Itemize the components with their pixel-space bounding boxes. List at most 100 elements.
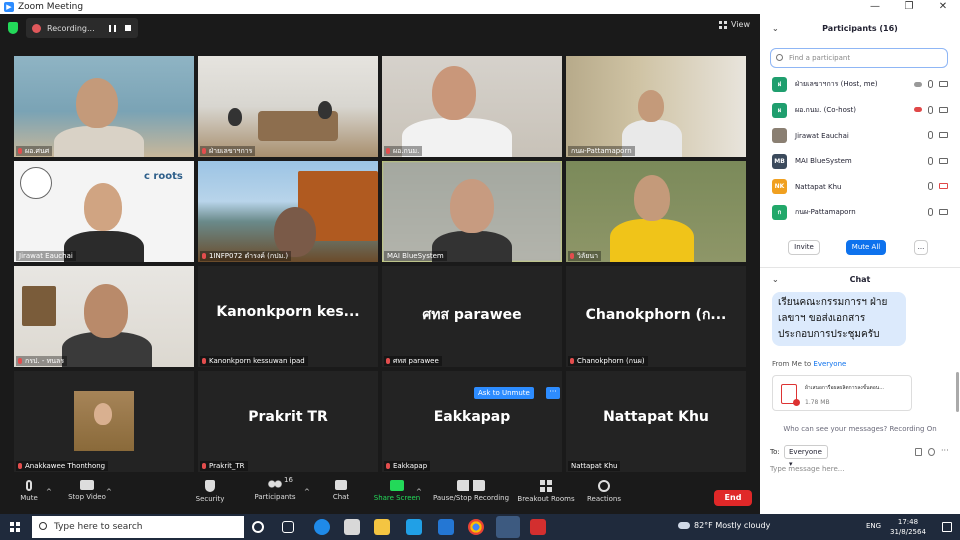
video-camera-icon[interactable] bbox=[939, 132, 948, 138]
security-label: Security bbox=[195, 495, 225, 503]
close-button[interactable]: ✕ bbox=[926, 0, 960, 14]
task-view-icon[interactable] bbox=[282, 521, 294, 533]
participant-row[interactable]: ผ ผอ.กนม. (Co-host) bbox=[760, 98, 960, 124]
chat-label: Chat bbox=[332, 493, 350, 501]
emoji-icon[interactable] bbox=[928, 448, 935, 456]
reactions-button[interactable]: Reactions bbox=[584, 480, 624, 503]
microphone-icon[interactable] bbox=[928, 207, 933, 216]
panel-divider bbox=[760, 267, 960, 268]
video-tile[interactable]: ฝ่ายเลขาฯการ bbox=[198, 56, 378, 157]
video-camera-icon[interactable] bbox=[939, 81, 948, 87]
video-tile[interactable]: ผอ.ศนศ bbox=[14, 56, 194, 157]
pause-stop-recording-button[interactable]: Pause/Stop Recording bbox=[432, 480, 510, 502]
video-options-caret[interactable]: ^ bbox=[106, 488, 112, 496]
avatar: ผ bbox=[772, 102, 787, 118]
language-indicator[interactable]: ENG bbox=[866, 522, 881, 530]
end-meeting-button[interactable]: End bbox=[714, 490, 752, 506]
video-tile[interactable]: ผอ.กนม. bbox=[382, 56, 562, 157]
notification-center-icon[interactable] bbox=[942, 522, 952, 532]
windows-start-icon[interactable] bbox=[10, 522, 20, 532]
file-size: 1.78 MB bbox=[805, 399, 830, 406]
cortana-icon[interactable] bbox=[252, 521, 264, 533]
microphone-icon[interactable] bbox=[928, 156, 933, 165]
microphone-icon[interactable] bbox=[928, 131, 933, 139]
l-app-icon[interactable] bbox=[406, 519, 422, 535]
audio-options-caret[interactable]: ^ bbox=[46, 488, 52, 496]
maximize-button[interactable]: ❐ bbox=[892, 0, 926, 14]
chat-recipient-select[interactable]: Everyone ▾ bbox=[784, 445, 828, 468]
collapse-chevron-icon[interactable]: ⌄ bbox=[772, 270, 779, 290]
collapse-chevron-icon[interactable]: ⌄ bbox=[772, 14, 779, 44]
participant-body bbox=[64, 231, 144, 262]
participant-name: ผอ.ศนศ bbox=[16, 146, 53, 156]
video-tile[interactable]: 1INFP072 ดำรงค์ (กปม.) bbox=[198, 161, 378, 262]
participant-row[interactable]: MB MAI BlueSystem bbox=[760, 149, 960, 175]
chat-scrollbar[interactable] bbox=[956, 372, 959, 412]
video-tile[interactable]: Anakkawee Thonthong bbox=[14, 371, 194, 472]
zoom-taskbar-icon[interactable] bbox=[496, 516, 520, 538]
video-tile[interactable]: Eakkapap Eakkapap bbox=[382, 371, 562, 472]
security-button[interactable]: Security bbox=[188, 480, 232, 503]
video-tile[interactable]: ศทส parawee ศทส parawee bbox=[382, 266, 562, 367]
chat-recipient-link[interactable]: Everyone bbox=[813, 360, 846, 368]
video-tile[interactable]: วิลัยนา bbox=[566, 161, 746, 262]
participant-name: Eakkapap bbox=[384, 461, 431, 471]
participant-row[interactable]: NK Nattapat Khu bbox=[760, 174, 960, 200]
video-tile[interactable]: Chanokphorn (ก... Chanokphorn (กนผ) bbox=[566, 266, 746, 367]
file-explorer-icon[interactable] bbox=[374, 519, 390, 535]
shelf-background bbox=[22, 286, 56, 326]
share-options-caret[interactable]: ^ bbox=[416, 488, 422, 496]
acrobat-icon[interactable] bbox=[530, 519, 546, 535]
video-off-icon[interactable] bbox=[939, 183, 948, 189]
tile-more-button[interactable]: ··· bbox=[546, 387, 560, 399]
breakout-rooms-button[interactable]: Breakout Rooms bbox=[516, 480, 576, 503]
mute-all-button[interactable]: Mute All bbox=[846, 240, 886, 255]
participant-search-input[interactable]: Find a participant bbox=[770, 48, 948, 68]
participant-row[interactable]: ก กนผ-Pattamaporn bbox=[760, 200, 960, 226]
ask-to-unmute-button[interactable]: Ask to Unmute bbox=[474, 387, 534, 399]
system-clock[interactable]: 17:48 31/8/2564 bbox=[890, 517, 926, 537]
reactions-label: Reactions bbox=[586, 495, 622, 503]
microphone-icon[interactable] bbox=[928, 105, 933, 114]
chrome-icon[interactable] bbox=[468, 519, 484, 535]
chat-file-attachment[interactable]: ผ้าเสนอการือผลผลิตการลงขั้นตอน... 1.78 M… bbox=[772, 375, 912, 411]
video-tile[interactable]: Kanonkporn kes... Kanonkporn kessuwan ip… bbox=[198, 266, 378, 367]
microphone-icon[interactable] bbox=[928, 80, 933, 88]
participant-row[interactable]: ฝ ฝ่ายเลขาฯการ (Host, me) bbox=[760, 72, 960, 98]
minimize-button[interactable]: — bbox=[858, 0, 892, 14]
chat-message-bubble: เรียนคณะกรรมการฯ ฝ่ายเลขาฯ ขอส่งเอกสารปร… bbox=[772, 292, 906, 346]
video-tile[interactable]: ᴄ roots Jirawat Eauchai bbox=[14, 161, 194, 262]
invite-button[interactable]: Invite bbox=[788, 240, 820, 255]
mail-icon[interactable] bbox=[438, 519, 454, 535]
microphone-icon[interactable] bbox=[928, 182, 933, 190]
file-icon[interactable] bbox=[915, 448, 922, 456]
video-camera-icon[interactable] bbox=[939, 208, 948, 215]
video-camera-icon[interactable] bbox=[939, 106, 948, 113]
participant-face bbox=[432, 66, 476, 120]
mute-button[interactable]: Mute bbox=[14, 480, 44, 502]
edge-browser-icon[interactable] bbox=[314, 519, 330, 535]
security-shield-icon[interactable] bbox=[8, 22, 18, 34]
participants-options-caret[interactable]: ^ bbox=[304, 488, 310, 496]
taskbar-search-input[interactable]: Type here to search bbox=[32, 516, 244, 538]
chat-privacy-notice[interactable]: Who can see your messages? Recording On bbox=[760, 425, 960, 433]
participant-row[interactable]: Jirawat Eauchai bbox=[760, 123, 960, 149]
chat-message-input[interactable]: Type message here... bbox=[770, 465, 844, 473]
video-tile[interactable]: กรป. - ทนลร bbox=[14, 266, 194, 367]
weather-widget[interactable]: 82°F Mostly cloudy bbox=[678, 521, 770, 530]
stop-recording-icon[interactable] bbox=[124, 25, 131, 31]
video-tile[interactable]: Prakrit TR Prakrit_TR bbox=[198, 371, 378, 472]
video-camera-icon[interactable] bbox=[939, 157, 948, 164]
video-tile[interactable]: กนผ-Pattamaporn bbox=[566, 56, 746, 157]
share-screen-button[interactable]: Share Screen bbox=[372, 480, 422, 502]
chat-button[interactable]: Chat bbox=[326, 480, 356, 501]
more-options-icon[interactable]: ··· bbox=[941, 447, 949, 456]
stop-video-button[interactable]: Stop Video bbox=[62, 480, 112, 501]
video-tile[interactable]: Nattapat Khu Nattapat Khu bbox=[566, 371, 746, 472]
video-tile-active-speaker[interactable]: MAI BlueSystem bbox=[382, 161, 562, 262]
clock-time: 17:48 bbox=[897, 518, 919, 526]
pause-recording-icon[interactable] bbox=[108, 24, 116, 32]
view-button[interactable]: View bbox=[719, 20, 750, 29]
participants-more-button[interactable]: ... bbox=[914, 240, 928, 255]
store-icon[interactable] bbox=[344, 519, 360, 535]
